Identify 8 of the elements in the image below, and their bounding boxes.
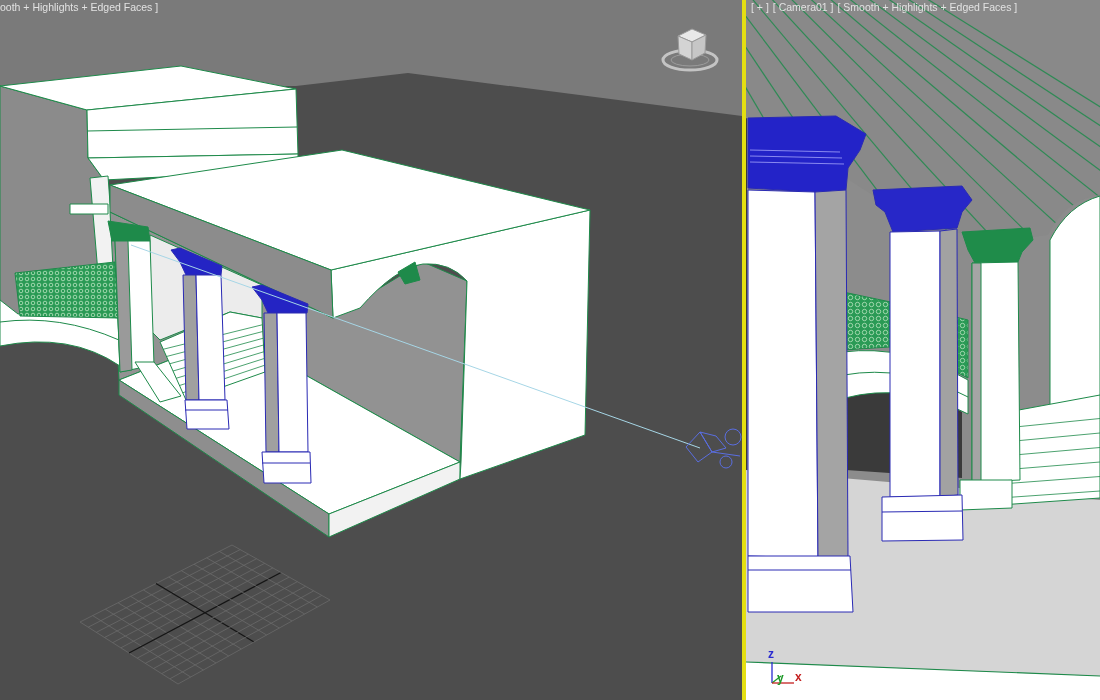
- axis-label: z: [768, 647, 774, 661]
- arch-trim: [397, 261, 421, 285]
- axis-label: y: [777, 671, 784, 685]
- axis-gizmo-icon: [771, 661, 795, 684]
- camera-icon[interactable]: [685, 428, 742, 469]
- axis-label: x: [795, 670, 802, 684]
- viewport-label[interactable]: ooth + Highlights + Edged Faces ]: [0, 0, 159, 14]
- view-cube-icon[interactable]: [661, 28, 719, 72]
